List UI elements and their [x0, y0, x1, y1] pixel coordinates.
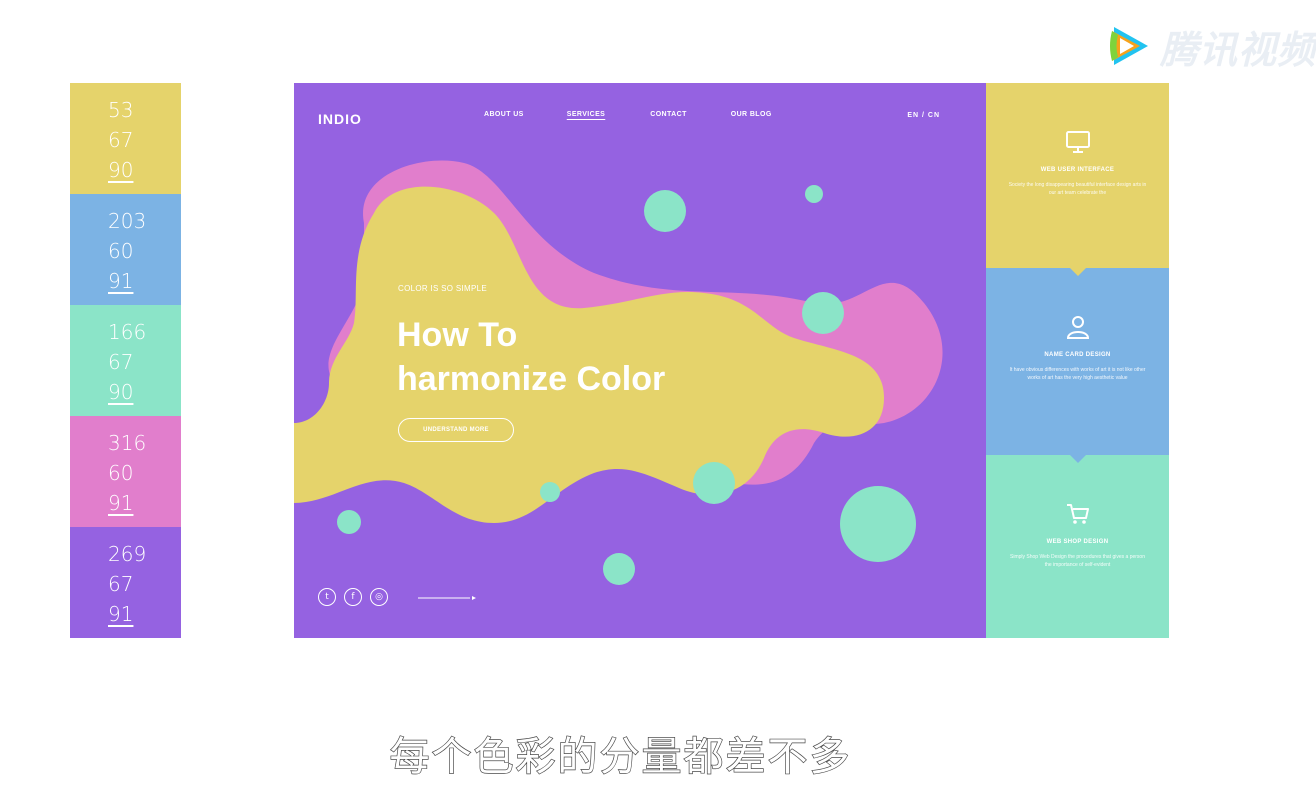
- service-description: Society the long disappearing beautiful …: [1008, 182, 1147, 196]
- monitor-icon: [1065, 131, 1090, 153]
- social-links: t f ◎: [318, 588, 388, 606]
- nav-about-us[interactable]: ABOUT US: [484, 111, 524, 118]
- headline-line-1: How To: [397, 316, 518, 354]
- headline-line-2: harmonize Color: [397, 360, 666, 398]
- user-icon: [1066, 316, 1089, 339]
- cart-icon: [1066, 504, 1089, 524]
- palette-swatch: 316 60 91: [70, 416, 181, 527]
- service-title: WEB USER INTERFACE: [1040, 167, 1115, 173]
- color-palette: 53 67 90 203 60 91 166 67 90 316 60 91 269 67 91: [70, 83, 181, 638]
- watermark: 腾讯视频: [1104, 18, 1316, 74]
- watermark-text: 腾讯视频: [1159, 27, 1316, 72]
- swatch-value: 166: [108, 320, 147, 344]
- hero-eyebrow: COLOR IS SO SIMPLE: [398, 284, 487, 293]
- swatch-value: 67: [108, 350, 134, 374]
- language-switch[interactable]: EN / CN: [907, 112, 940, 119]
- instagram-icon[interactable]: ◎: [370, 588, 388, 606]
- video-subtitle: 每个色彩的分量都差不多: [389, 733, 852, 780]
- hero-headline: How To harmonize Color: [397, 313, 665, 401]
- service-title: NAME CARD DESIGN: [1044, 352, 1111, 358]
- swatch-value: 53: [108, 98, 134, 122]
- nav-contact[interactable]: CONTACT: [650, 111, 687, 118]
- service-description: Simply Shop Web Design the procedures th…: [1010, 554, 1145, 568]
- swatch-value: 316: [108, 431, 147, 455]
- tencent-video-logo-icon: [1109, 27, 1148, 65]
- palette-swatch: 53 67 90: [70, 83, 181, 194]
- service-card-name-card[interactable]: NAME CARD DESIGN It have obvious differe…: [986, 268, 1169, 463]
- swatch-value: 60: [108, 239, 134, 263]
- site-logo[interactable]: INDIO: [318, 111, 362, 127]
- main-nav: ABOUT US SERVICES CONTACT OUR BLOG: [484, 111, 772, 118]
- understand-more-button[interactable]: UNDERSTAND MORE: [398, 418, 514, 442]
- swatch-value: 67: [108, 128, 134, 152]
- palette-swatch: 269 67 91: [70, 527, 181, 638]
- palette-swatch: 203 60 91: [70, 194, 181, 305]
- swatch-value: 269: [108, 542, 147, 566]
- palette-swatch: 166 67 90: [70, 305, 181, 416]
- swatch-value: 203: [108, 209, 147, 233]
- service-card-web-ui[interactable]: WEB USER INTERFACE Society the long disa…: [986, 83, 1169, 276]
- swatch-value: 67: [108, 572, 134, 596]
- card-notch: [1070, 268, 1086, 276]
- landing-hero: INDIO ABOUT US SERVICES CONTACT OUR BLOG…: [294, 83, 986, 638]
- arrow-right-icon[interactable]: [418, 596, 478, 600]
- swatch-value: 60: [108, 461, 134, 485]
- swatch-value: 91: [108, 491, 134, 515]
- swatch-value: 90: [108, 380, 134, 404]
- nav-our-blog[interactable]: OUR BLOG: [731, 111, 772, 118]
- card-notch: [1070, 455, 1086, 463]
- swatch-value: 91: [108, 602, 134, 626]
- swatch-value: 91: [108, 269, 134, 293]
- service-card-web-shop[interactable]: WEB SHOP DESIGN Simply Shop Web Design t…: [986, 455, 1169, 638]
- service-title: WEB SHOP DESIGN: [1046, 539, 1109, 545]
- services-column: WEB USER INTERFACE Society the long disa…: [986, 83, 1169, 638]
- twitter-icon[interactable]: t: [318, 588, 336, 606]
- swatch-value: 90: [108, 158, 134, 182]
- facebook-icon[interactable]: f: [344, 588, 362, 606]
- nav-services[interactable]: SERVICES: [567, 111, 605, 118]
- service-description: It have obvious differences with works o…: [1009, 367, 1146, 381]
